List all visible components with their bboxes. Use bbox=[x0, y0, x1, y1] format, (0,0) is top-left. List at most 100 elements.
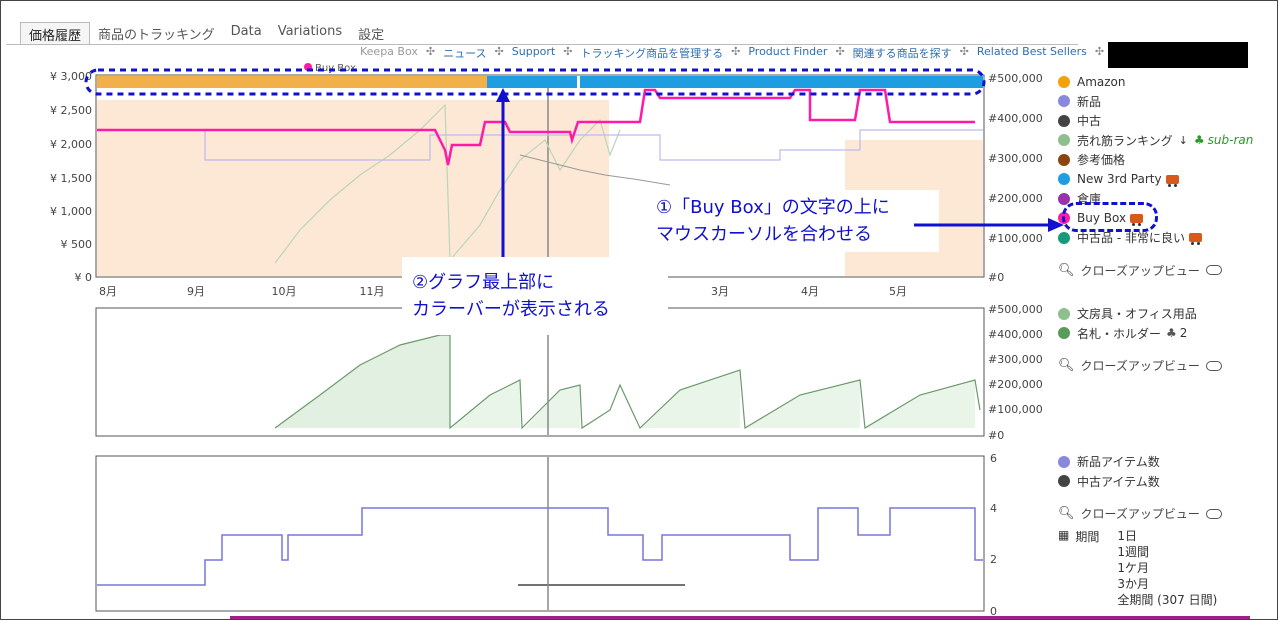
plus-icon: ✣ bbox=[731, 45, 741, 58]
period-3months[interactable]: 3か月 bbox=[1117, 576, 1217, 592]
period-selector: ▦ 期間 1日 1週間 1ケ月 3か月 全期間 (307 日間) bbox=[1058, 528, 1222, 608]
x-tick: 5月 bbox=[889, 285, 907, 298]
link-news[interactable]: ニュース bbox=[443, 45, 486, 61]
y-tick: 4 bbox=[990, 502, 997, 515]
toggle-icon bbox=[1205, 360, 1222, 371]
colorbar-3rdparty-2 bbox=[580, 76, 983, 88]
plus-icon: ✣ bbox=[425, 45, 436, 58]
y-tick: #300,000 bbox=[988, 152, 1043, 165]
callout-colorbar-note: ②グラフ最上部に カラーバーが表示される bbox=[402, 257, 668, 335]
period-1week[interactable]: 1週間 bbox=[1117, 544, 1217, 560]
legend-label: Amazon bbox=[1077, 74, 1126, 89]
period-1month[interactable]: 1ケ月 bbox=[1117, 560, 1217, 576]
tab-settings[interactable]: 設定 bbox=[350, 22, 392, 44]
legend-item-amazon[interactable]: Amazon bbox=[1058, 72, 1253, 92]
tab-variations[interactable]: Variations bbox=[270, 22, 350, 44]
y-tick: #200,000 bbox=[988, 192, 1043, 205]
closeup-toggle[interactable]: 🔍︎ クローズアップビュー bbox=[1058, 505, 1222, 522]
tab-data[interactable]: Data bbox=[223, 22, 270, 44]
legend-item-new-count[interactable]: 新品アイテム数 bbox=[1058, 452, 1222, 472]
legend-dot-icon bbox=[1058, 173, 1070, 186]
y-tick: #400,000 bbox=[988, 112, 1043, 125]
y-tick: ¥ 2,500 bbox=[50, 104, 92, 117]
y-tick: ¥ 2,000 bbox=[50, 138, 92, 151]
y-tick: #200,000 bbox=[988, 378, 1043, 391]
legend-dot-icon bbox=[1058, 153, 1070, 166]
legend-item-salesrank[interactable]: 売れ筋ランキング ↓ ♣ sub-ran bbox=[1058, 131, 1253, 151]
tab-tracking[interactable]: 商品のトラッキング bbox=[90, 22, 223, 44]
toggle-icon bbox=[1205, 265, 1222, 275]
y-tick: #300,000 bbox=[988, 353, 1043, 366]
legend-item-category[interactable]: 文房具・オフィス用品 bbox=[1058, 304, 1222, 324]
legend-item-new[interactable]: 新品 bbox=[1058, 92, 1253, 112]
truck-icon bbox=[1188, 233, 1202, 246]
legend-dot-icon bbox=[1058, 75, 1070, 88]
closeup-toggle[interactable]: 🔍︎ クローズアップビュー bbox=[1058, 262, 1253, 279]
legend-label: 中古 bbox=[1077, 114, 1102, 129]
legend-item-3rdparty[interactable]: New 3rd Party bbox=[1058, 170, 1253, 190]
link-manage-tracking[interactable]: トラッキング商品を管理する bbox=[580, 45, 723, 61]
callout-text: ①「Buy Box」の文字の上に bbox=[656, 197, 890, 218]
offer-count-chart[interactable]: 6 4 2 0 bbox=[0, 450, 1060, 620]
link-related-products[interactable]: 関連する商品を探す bbox=[853, 45, 952, 61]
calendar-icon: ▦ bbox=[1058, 528, 1070, 542]
legend-item-listprice[interactable]: 参考価格 bbox=[1058, 150, 1253, 170]
closeup-label: クローズアップビュー bbox=[1080, 359, 1200, 373]
legend-ranking: 文房具・オフィス用品 名札・ホルダー ♣ 2 🔍︎ クローズアップビュー bbox=[1058, 304, 1222, 374]
legend-item-subcategory[interactable]: 名札・ホルダー ♣ 2 bbox=[1058, 324, 1222, 344]
callout-text: ②グラフ最上部に bbox=[412, 272, 555, 293]
closeup-label: クローズアップビュー bbox=[1080, 507, 1200, 521]
callout-text: マウスカーソルを合わせる bbox=[656, 224, 872, 245]
tab-price-history[interactable]: 価格履歴 bbox=[20, 22, 91, 44]
callout-text: カラーバーが表示される bbox=[412, 299, 610, 320]
period-1day[interactable]: 1日 bbox=[1117, 528, 1217, 544]
toggle-icon bbox=[1205, 508, 1222, 519]
y-tick: #400,000 bbox=[988, 328, 1043, 341]
legend-count: 2 bbox=[1179, 326, 1188, 341]
plus-icon: ✣ bbox=[563, 45, 573, 58]
buybox-legend-highlight bbox=[1062, 202, 1158, 232]
legend-offers: 新品アイテム数 中古アイテム数 🔍︎ クローズアップビュー ▦ 期間 1日 1週間… bbox=[1058, 452, 1222, 608]
legend-label: 中古アイテム数 bbox=[1077, 474, 1160, 489]
x-tick: 4月 bbox=[801, 285, 819, 298]
y-tick: #500,000 bbox=[988, 303, 1043, 316]
left-axis: ¥ 3,000 ¥ 2,500 ¥ 2,000 ¥ 1,500 ¥ 1,000 … bbox=[50, 70, 92, 284]
x-tick: 8月 bbox=[99, 285, 117, 298]
y-tick: ¥ 1,500 bbox=[50, 172, 92, 185]
plus-icon: ✣ bbox=[835, 45, 845, 58]
search-icon: 🔍︎ bbox=[1058, 506, 1075, 521]
link-support[interactable]: Support bbox=[512, 45, 555, 61]
callout-hover-instruction: ①「Buy Box」の文字の上に マウスカーソルを合わせる bbox=[648, 190, 939, 252]
closeup-toggle[interactable]: 🔍︎ クローズアップビュー bbox=[1058, 357, 1222, 374]
legend-price: Amazon 新品 中古 売れ筋ランキング ↓ ♣ sub-ran 参考価格 New … bbox=[1058, 72, 1253, 279]
right-axis: #500,000 #400,000 #300,000 #200,000 #100… bbox=[988, 303, 1043, 442]
right-axis: #500,000 #400,000 #300,000 #200,000 #100… bbox=[988, 72, 1043, 284]
legend-label: 新品アイテム数 bbox=[1077, 455, 1160, 470]
link-related-best-sellers[interactable]: Related Best Sellers bbox=[977, 45, 1087, 61]
period-all[interactable]: 全期間 (307 日間) bbox=[1117, 592, 1217, 608]
closeup-label: クローズアップビュー bbox=[1080, 263, 1200, 278]
plus-icon: ✣ bbox=[494, 45, 504, 58]
x-tick: 9月 bbox=[187, 285, 205, 298]
amazon-shade bbox=[97, 100, 609, 276]
top-links: Keepa Box ✣ ニュース ✣ Support ✣ トラッキング商品を管理する ✣… bbox=[360, 45, 1104, 61]
legend-item-used[interactable]: 中古 bbox=[1058, 111, 1253, 131]
colorbar-3rdparty bbox=[487, 76, 577, 88]
offer-chart-border bbox=[95, 455, 985, 612]
legend-label: 参考価格 bbox=[1077, 153, 1126, 168]
legend-dot-icon bbox=[1058, 475, 1070, 488]
plus-icon: ✣ bbox=[1094, 45, 1105, 58]
sub-rank-link[interactable]: sub-ran bbox=[1208, 133, 1254, 147]
y-tick: #500,000 bbox=[988, 72, 1043, 85]
x-tick: 11月 bbox=[360, 285, 385, 298]
search-icon: 🔍︎ bbox=[1058, 262, 1075, 278]
y-tick: 6 bbox=[990, 452, 997, 465]
legend-label: 新品 bbox=[1077, 94, 1102, 109]
link-keepa-box[interactable]: Keepa Box bbox=[360, 45, 418, 61]
legend-item-used-count[interactable]: 中古アイテム数 bbox=[1058, 472, 1222, 492]
link-product-finder[interactable]: Product Finder bbox=[748, 45, 827, 61]
legend-label: 売れ筋ランキング bbox=[1077, 133, 1173, 148]
y-tick: 2 bbox=[990, 553, 997, 566]
redacted-box bbox=[1108, 42, 1248, 68]
plus-icon: ✣ bbox=[959, 45, 969, 58]
